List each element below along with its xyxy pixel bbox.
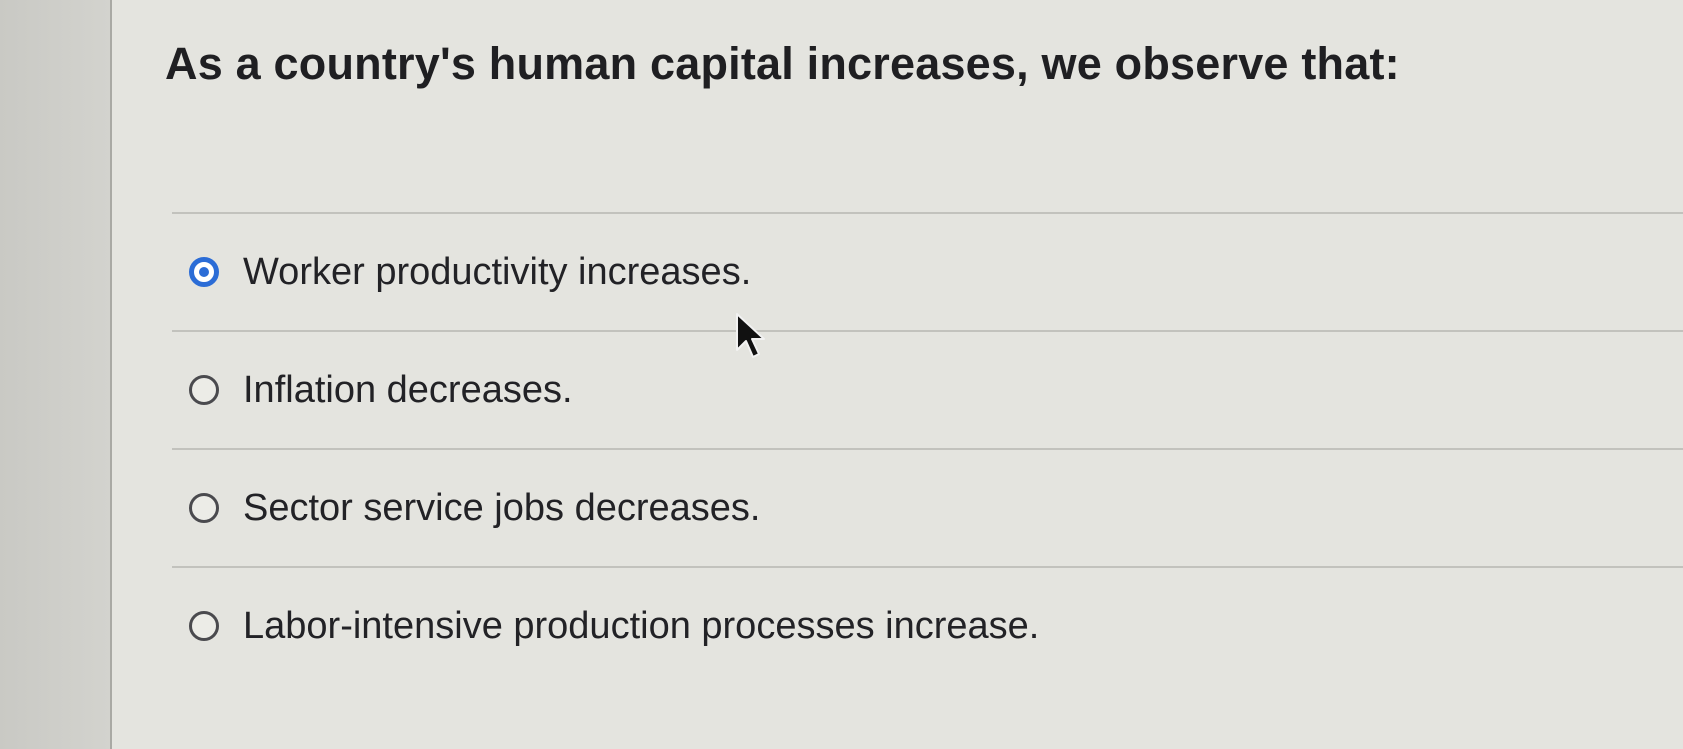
option-labor-intensive[interactable]: Labor-intensive production processes inc…	[172, 568, 1683, 684]
option-label: Sector service jobs decreases.	[243, 486, 761, 529]
option-sector-service-jobs[interactable]: Sector service jobs decreases.	[172, 450, 1683, 566]
option-worker-productivity[interactable]: Worker productivity increases.	[172, 214, 1683, 330]
radio-unselected-icon[interactable]	[189, 375, 219, 405]
answer-options: Worker productivity increases. Inflation…	[172, 212, 1683, 684]
option-inflation[interactable]: Inflation decreases.	[172, 332, 1683, 448]
mouse-pointer-icon	[736, 313, 765, 358]
option-label: Inflation decreases.	[243, 368, 573, 411]
option-label: Worker productivity increases.	[243, 250, 752, 293]
radio-unselected-icon[interactable]	[189, 493, 219, 523]
screen: As a country's human capital increases, …	[0, 0, 1683, 749]
radio-selected-icon[interactable]	[189, 257, 219, 287]
question-text: As a country's human capital increases, …	[165, 38, 1400, 89]
left-gutter	[0, 0, 110, 749]
option-label: Labor-intensive production processes inc…	[243, 604, 1040, 647]
radio-unselected-icon[interactable]	[189, 611, 219, 641]
